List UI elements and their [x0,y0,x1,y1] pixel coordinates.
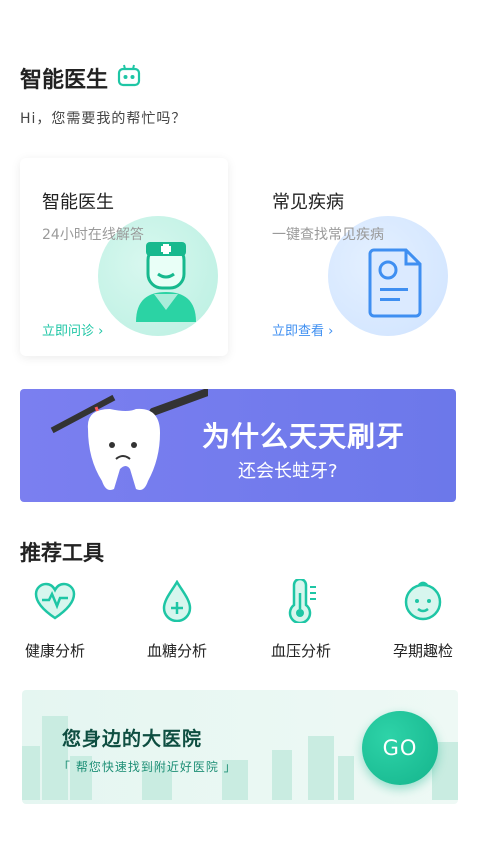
promo-subtitle: 「 帮您快速找到附近好医院 」 [58,760,237,774]
baby-face-icon [378,578,468,624]
page-title: 智能医生 [20,62,142,94]
promo-title: 您身边的大医院 [62,728,203,750]
tool-label: 健康分析 [24,642,85,660]
card-desc: 一键查找常见疾病 [272,227,384,243]
thermometer-icon [256,578,346,624]
tooth-illustration [48,389,217,502]
page-title-text: 智能医生 [20,68,109,93]
card-title: 常见疾病 [272,192,344,213]
section-title-tools: 推荐工具 [20,541,104,565]
robot-icon [116,63,142,93]
tool-pregnancy-check[interactable]: 孕期趣检 [378,578,468,661]
tool-label: 孕期趣检 [392,642,453,660]
card-smart-doctor[interactable]: 智能医生 24小时在线解答 立即问诊 › [20,158,228,356]
tool-blood-pressure[interactable]: 血压分析 [256,578,346,661]
medical-record-icon [368,246,424,322]
blood-drop-icon [132,578,222,624]
consult-now-link[interactable]: 立即问诊 › [42,320,103,339]
tooth-article-banner[interactable]: 为什么天天刷牙 还会长蛀牙? [20,389,456,502]
page-subtitle: Hi，您需要我的帮忙吗？ [20,111,187,127]
card-title: 智能医生 [42,192,114,213]
card-common-diseases[interactable]: 常见疾病 一键查找常见疾病 立即查看 › [250,158,458,356]
heart-pulse-icon [10,578,100,624]
banner-subheadline: 还会长蛀牙? [238,461,338,482]
view-now-link[interactable]: 立即查看 › [272,320,333,339]
nearby-hospital-promo[interactable]: 您身边的大医院 「 帮您快速找到附近好医院 」 GO [22,690,458,804]
go-button[interactable]: GO [362,711,438,785]
tool-health-analysis[interactable]: 健康分析 [10,578,100,661]
banner-headline: 为什么天天刷牙 [202,420,406,453]
tool-label: 血糖分析 [146,642,207,660]
tool-blood-sugar[interactable]: 血糖分析 [132,578,222,661]
tool-label: 血压分析 [270,642,331,660]
doctor-icon [128,234,204,328]
